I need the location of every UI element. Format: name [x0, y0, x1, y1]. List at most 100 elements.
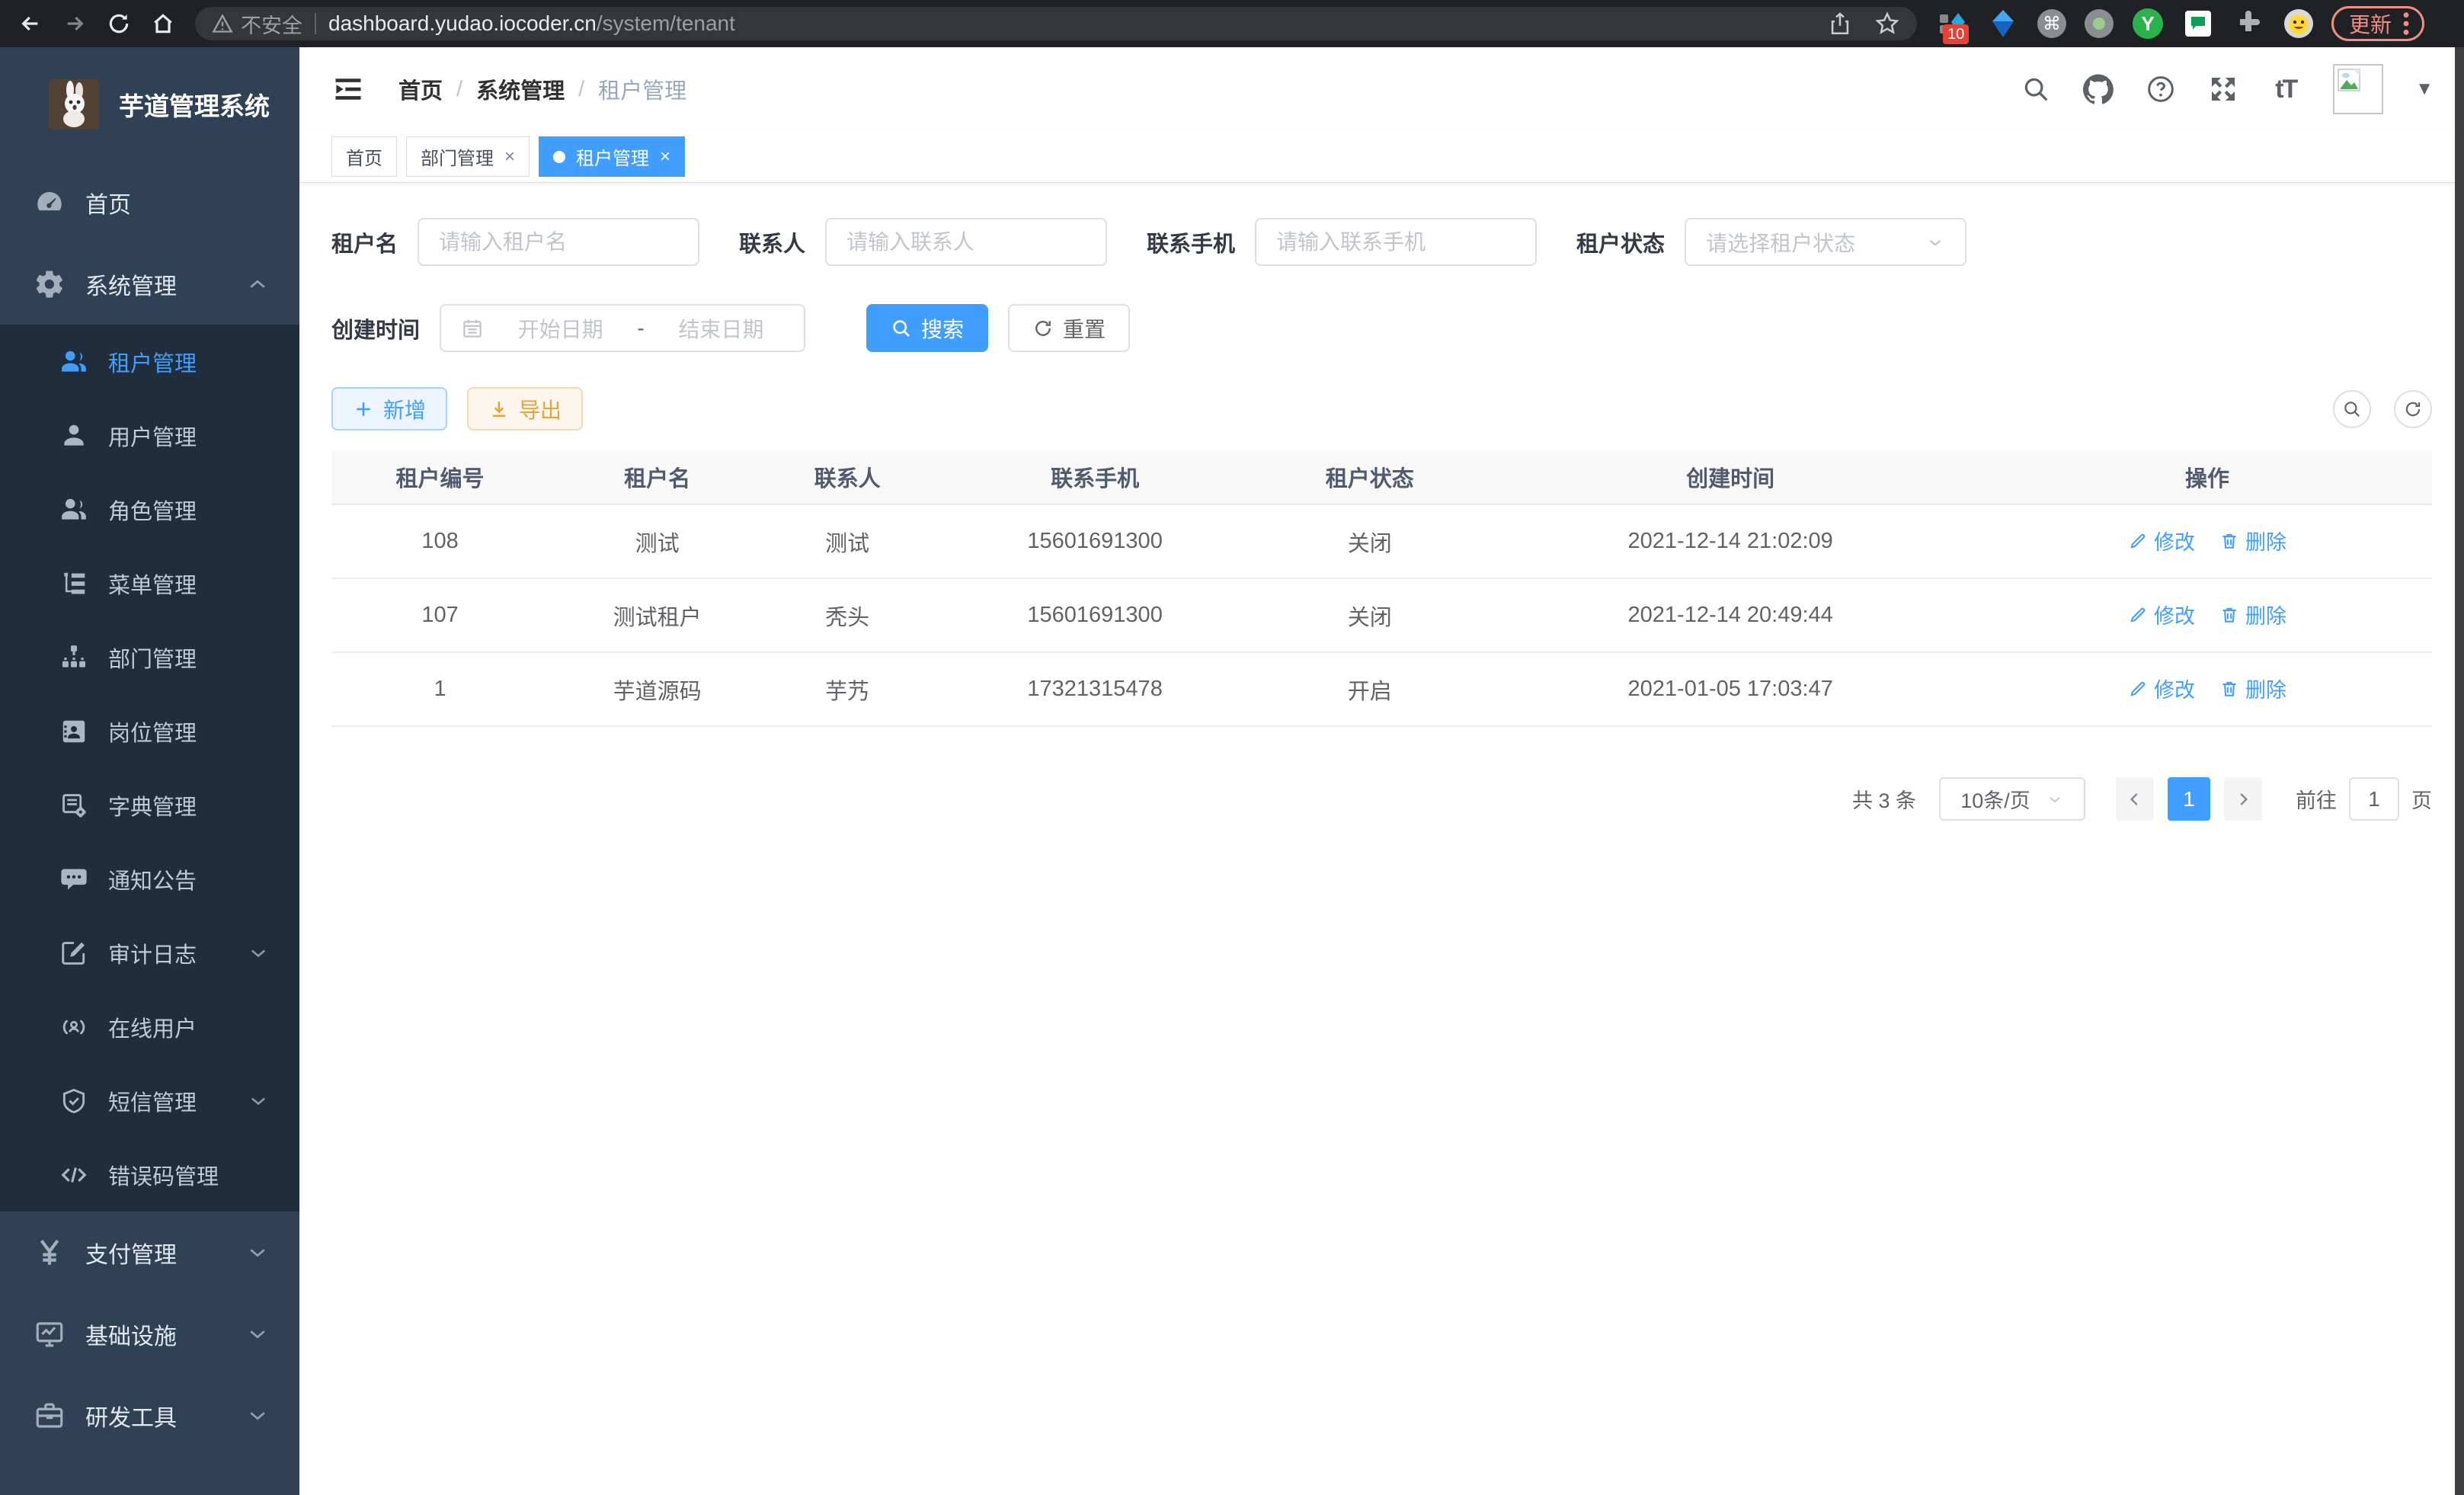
sidebar-item-infra[interactable]: 基础设施 [0, 1293, 299, 1375]
sidebar-item-notice[interactable]: 通知公告 [0, 842, 299, 916]
extension-puzzle-icon[interactable] [2232, 8, 2264, 40]
contact-input[interactable] [846, 230, 1086, 255]
browser-update-button[interactable]: 更新 [2331, 6, 2424, 41]
extension-command-icon[interactable]: ⌘ [2037, 9, 2066, 38]
sidebar-item-devtools[interactable]: 研发工具 [0, 1375, 299, 1456]
page-size-select[interactable]: 10条/页 [1939, 777, 2085, 821]
tab-tenant[interactable]: 租户管理× [539, 136, 685, 177]
col-created: 创建时间 [1478, 450, 1982, 504]
export-button[interactable]: 导出 [467, 387, 583, 431]
sidebar-item-system[interactable]: 系统管理 [0, 243, 299, 325]
sidebar-collapse-icon[interactable] [331, 72, 365, 106]
security-status[interactable]: 不安全 [212, 9, 302, 39]
extension-emoji-icon[interactable] [2283, 8, 2315, 40]
table-row: 108 测试 测试 15601691300 关闭 2021-12-14 21:0… [331, 504, 2432, 578]
sidebar-item-dept[interactable]: 部门管理 [0, 620, 299, 694]
help-icon[interactable] [2146, 74, 2176, 104]
tab-dept[interactable]: 部门管理× [406, 136, 530, 177]
extension-kite-icon[interactable] [1987, 8, 2019, 40]
star-icon[interactable] [1874, 11, 1900, 37]
share-icon[interactable] [1827, 11, 1853, 37]
breadcrumb-system[interactable]: 系统管理 [476, 73, 565, 105]
sidebar-item-sms[interactable]: 短信管理 [0, 1064, 299, 1138]
col-tenant-id: 租户编号 [331, 450, 549, 504]
goto-label: 前往 [2296, 784, 2337, 814]
pagination: 共 3 条 10条/页 1 前往 页 [331, 777, 2432, 821]
extension-y-icon[interactable]: Y [2132, 8, 2164, 40]
extension-badge: 10 [1943, 24, 1969, 44]
delete-button[interactable]: 删除 [2219, 674, 2286, 703]
font-size-icon[interactable]: tT [2270, 74, 2301, 104]
page-number-1[interactable]: 1 [2168, 777, 2210, 821]
goto-page-input[interactable] [2349, 777, 2399, 821]
sidebar-item-post[interactable]: 岗位管理 [0, 694, 299, 768]
date-start[interactable]: 开始日期 [498, 313, 623, 344]
trash-icon [2219, 679, 2239, 699]
status-select[interactable]: 请选择租户状态 [1685, 218, 1966, 266]
url-bar[interactable]: 不安全 dashboard.yudao.iocoder.cn/system/te… [195, 7, 1917, 40]
page-header: 首页 / 系统管理 / 租户管理 tT [299, 47, 2464, 131]
page-suffix: 页 [2411, 784, 2432, 814]
sidebar-item-pay[interactable]: 支付管理 [0, 1212, 299, 1293]
reset-button[interactable]: 重置 [1008, 304, 1130, 352]
extension-grey-dot-icon[interactable] [2085, 9, 2114, 38]
extension-chat-icon[interactable] [2182, 8, 2214, 40]
search-icon[interactable] [2021, 74, 2051, 104]
chevron-right-icon [2233, 789, 2253, 809]
trash-icon [2219, 531, 2239, 551]
date-end[interactable]: 结束日期 [658, 313, 784, 344]
delete-button[interactable]: 删除 [2219, 600, 2286, 629]
extension-tampermonkey-icon[interactable]: 10 [1937, 8, 1969, 40]
plus-icon [353, 399, 374, 420]
tenant-table: 租户编号 租户名 联系人 联系手机 租户状态 创建时间 操作 108 测试 测试 [331, 450, 2432, 727]
chevron-down-icon [248, 1090, 269, 1112]
home-icon[interactable] [143, 4, 183, 43]
sidebar-item-role[interactable]: 角色管理 [0, 472, 299, 546]
sidebar-item-audit-log[interactable]: 审计日志 [0, 916, 299, 990]
prev-page-button[interactable] [2116, 777, 2154, 821]
fullscreen-icon[interactable] [2208, 74, 2238, 104]
reload-icon[interactable] [99, 4, 139, 43]
avatar[interactable] [2333, 64, 2383, 114]
breadcrumb-home[interactable]: 首页 [398, 73, 443, 105]
created-time-label: 创建时间 [331, 312, 420, 344]
user-icon [59, 421, 88, 450]
sidebar-item-dict[interactable]: 字典管理 [0, 768, 299, 842]
sidebar-item-error-code[interactable]: 错误码管理 [0, 1138, 299, 1212]
divider [315, 13, 316, 34]
edit-button[interactable]: 修改 [2128, 526, 2195, 555]
show-search-icon-button[interactable] [2333, 390, 2371, 428]
add-button[interactable]: 新增 [331, 387, 447, 431]
mobile-input[interactable] [1276, 230, 1515, 255]
sidebar-item-home[interactable]: 首页 [0, 162, 299, 243]
tenant-name-input[interactable] [439, 230, 678, 255]
refresh-table-button[interactable] [2394, 390, 2432, 428]
github-icon[interactable] [2083, 74, 2114, 104]
delete-button[interactable]: 删除 [2219, 526, 2286, 555]
chevron-down-icon [2046, 790, 2064, 808]
badge-icon [59, 717, 88, 746]
date-range-picker[interactable]: 开始日期 - 结束日期 [440, 304, 805, 352]
sidebar-item-user[interactable]: 用户管理 [0, 399, 299, 472]
chevron-down-icon [248, 943, 269, 964]
audit-log-icon [59, 939, 88, 968]
edit-button[interactable]: 修改 [2128, 600, 2195, 629]
caret-down-icon[interactable]: ▼ [2415, 78, 2434, 100]
sidebar-item-menu[interactable]: 菜单管理 [0, 546, 299, 620]
edit-button[interactable]: 修改 [2128, 674, 2195, 703]
close-icon[interactable]: × [660, 146, 670, 168]
next-page-button[interactable] [2224, 777, 2262, 821]
sidebar-item-online-users[interactable]: 在线用户 [0, 990, 299, 1064]
status-label: 租户状态 [1576, 226, 1665, 258]
search-button[interactable]: 搜索 [866, 304, 988, 352]
back-icon[interactable] [11, 4, 50, 43]
sidebar-item-tenant[interactable]: 租户管理 [0, 325, 299, 399]
tab-home[interactable]: 首页 [331, 136, 397, 177]
gear-icon [34, 268, 66, 300]
forward-icon[interactable] [55, 4, 94, 43]
chevron-down-icon [246, 1404, 269, 1427]
search-icon [891, 318, 912, 339]
breadcrumb-current: 租户管理 [598, 73, 686, 105]
close-icon[interactable]: × [504, 146, 515, 168]
search-icon [2342, 399, 2362, 419]
